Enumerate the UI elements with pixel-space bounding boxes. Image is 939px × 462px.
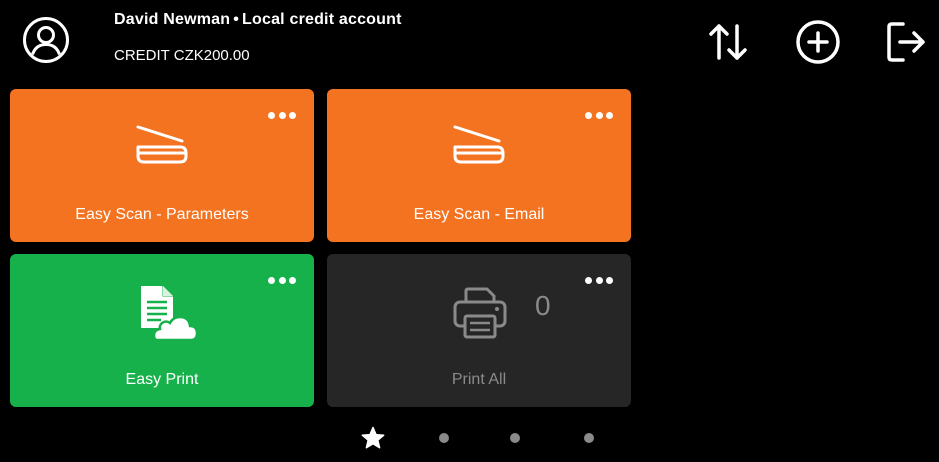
- tile-label: Easy Scan - Parameters: [75, 206, 249, 223]
- header-bar: David Newman • Local credit account CREDIT…: [0, 0, 939, 88]
- page-dot[interactable]: [439, 433, 449, 443]
- print-all-count: 0: [535, 290, 551, 321]
- logout-button[interactable]: [880, 16, 932, 68]
- star-icon[interactable]: [361, 426, 385, 450]
- more-options-icon[interactable]: [268, 111, 296, 119]
- swap-arrows-icon: [709, 24, 747, 60]
- tile-label: Easy Scan - Email: [413, 206, 545, 223]
- tile-print-all[interactable]: 0 Print All: [327, 254, 631, 407]
- account-type: Local credit account: [242, 11, 402, 28]
- credit-line: CREDIT CZK200.00: [114, 47, 250, 64]
- tile-easy-scan-email[interactable]: Easy Scan - Email: [327, 89, 631, 242]
- more-options-icon[interactable]: [585, 111, 613, 119]
- swap-button[interactable]: [702, 16, 754, 68]
- plus-circle-icon: [796, 20, 840, 64]
- more-options-icon[interactable]: [268, 276, 296, 284]
- page-indicator: [0, 424, 939, 454]
- user-name-line: David Newman • Local credit account: [114, 11, 402, 29]
- name-separator: •: [233, 11, 240, 28]
- page-dot[interactable]: [510, 433, 520, 443]
- tile-label: Print All: [451, 371, 507, 388]
- credit-label: CREDIT: [114, 47, 170, 64]
- user-name: David Newman: [114, 11, 231, 28]
- scanner-icon: [134, 123, 190, 170]
- tile-label: Easy Print: [125, 371, 199, 388]
- tile-easy-print[interactable]: Easy Print: [10, 254, 314, 407]
- printer-icon: [451, 286, 509, 345]
- scanner-icon: [451, 123, 507, 170]
- more-options-icon[interactable]: [585, 276, 613, 284]
- document-cloud-icon: [135, 282, 199, 349]
- credit-value: CZK200.00: [173, 47, 250, 64]
- user-avatar-icon[interactable]: [22, 16, 70, 64]
- logout-icon: [887, 22, 925, 62]
- tile-easy-scan-parameters[interactable]: Easy Scan - Parameters: [10, 89, 314, 242]
- add-button[interactable]: [792, 16, 844, 68]
- page-dot[interactable]: [584, 433, 594, 443]
